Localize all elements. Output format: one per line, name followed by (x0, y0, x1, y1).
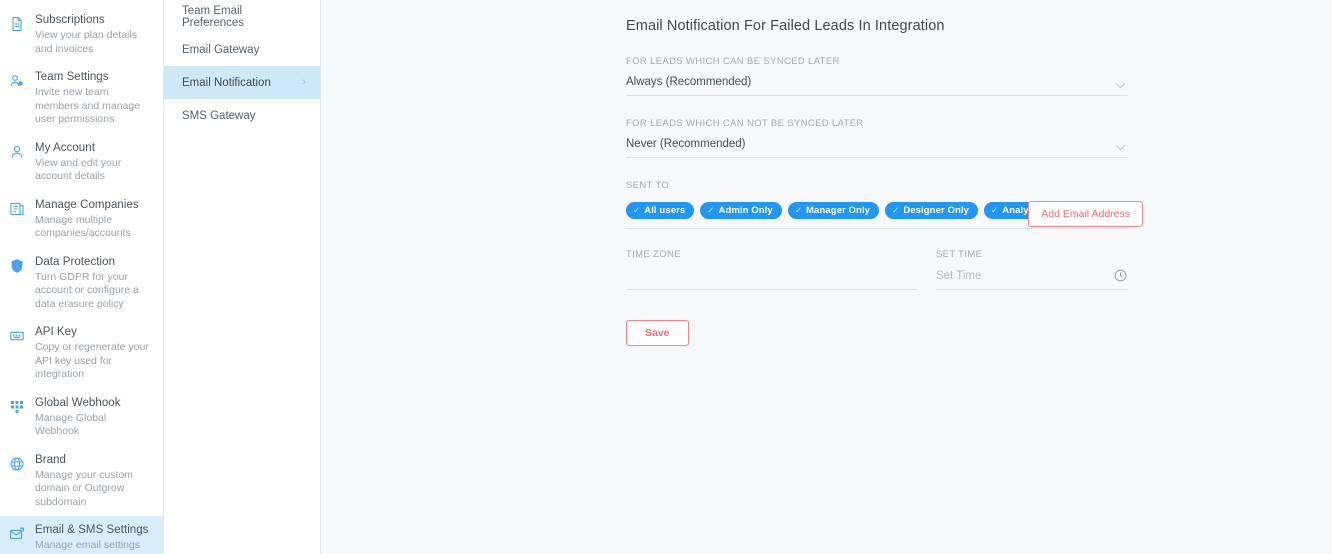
subnav-item-email-gateway[interactable]: Email Gateway (164, 33, 320, 66)
set-time-label: SET TIME (936, 249, 983, 260)
time-zone-field[interactable]: TIME ZONE (626, 249, 918, 290)
sent-to-chips-row: ✓ All users ✓ Admin Only ✓ Manager Only (626, 199, 1143, 229)
add-email-address-button[interactable]: Add Email Address (1028, 201, 1143, 227)
api-key-icon (8, 327, 26, 345)
shield-icon (8, 257, 26, 275)
sidebar-item-desc: Turn GDPR for your account or configure … (35, 270, 139, 310)
sidebar-item-title: Team Settings (35, 71, 109, 83)
time-zone-input[interactable] (626, 268, 918, 290)
set-time-placeholder: Set Time (936, 270, 982, 282)
not-synced-later-value: Never (Recommended) (626, 138, 746, 150)
email-settings-icon (8, 525, 26, 543)
sidebar-item-desc: Manage Global Webhook (35, 411, 107, 438)
synced-later-label: FOR LEADS WHICH CAN BE SYNCED LATER (626, 56, 840, 67)
set-time-input[interactable]: Set Time (936, 268, 1128, 290)
chip-label: Designer Only (903, 205, 970, 216)
sidebar-item-desc: Invite new team members and manage user … (35, 86, 141, 125)
check-icon: ✓ (794, 205, 803, 215)
sidebar-item-desc: Manage email settings and notifications … (35, 539, 150, 554)
check-icon: ✓ (991, 205, 999, 215)
clock-icon[interactable] (1114, 269, 1127, 282)
subnav-item-team-email-preferences[interactable]: Team Email Preferences (164, 0, 320, 33)
check-icon: ✓ (633, 205, 641, 215)
sidebar-item-desc: View and edit your account details (35, 156, 122, 183)
sidebar-item-title: API Key (35, 326, 77, 338)
sidebar-item-title: Data Protection (35, 255, 116, 268)
subnav-item-sms-gateway[interactable]: SMS Gateway (164, 99, 320, 132)
synced-later-value: Always (Recommended) (626, 76, 752, 88)
sidebar-item-email-sms-settings[interactable]: Email & SMS Settings Manage email settin… (0, 516, 163, 554)
subnav-item-label: Team Email Preferences (182, 4, 245, 29)
chip-manager-only[interactable]: ✓ Manager Only (787, 202, 880, 219)
sidebar-item-title: Email & SMS Settings (35, 524, 149, 536)
check-icon: ✓ (892, 205, 900, 215)
chip-label: Admin Only (718, 205, 773, 216)
sidebar-item-api-key[interactable]: API Key Copy or regenerate your API key … (0, 318, 163, 389)
chip-designer-only[interactable]: ✓ Designer Only (885, 202, 979, 219)
set-time-field[interactable]: SET TIME Set Time (936, 249, 1128, 290)
sidebar-item-desc: View your plan details and invoices (35, 29, 137, 55)
main-panel: Email Notification For Failed Leads In I… (321, 0, 1332, 554)
sent-to-label: SENT TO (626, 180, 670, 191)
sidebar-item-global-webhook[interactable]: Global Webhook Manage Global Webhook (0, 389, 163, 446)
time-zone-label: TIME ZONE (626, 249, 681, 260)
chip-admin-only[interactable]: ✓ Admin Only (700, 202, 782, 219)
subnav-item-label: SMS Gateway (182, 109, 256, 122)
webhook-grid-icon (8, 398, 26, 416)
sidebar-item-brand[interactable]: Brand Manage your custom domain or Outgr… (0, 446, 163, 517)
companies-icon (8, 200, 26, 218)
time-row: TIME ZONE SET TIME Set Time (626, 249, 1128, 290)
chevron-right-icon: › (302, 76, 306, 88)
sidebar-item-title: Manage Companies (35, 198, 139, 211)
sent-to-block: SENT TO ✓ All users ✓ Admin Only ✓ Manag… (626, 180, 1143, 229)
chip-label: All users (644, 205, 686, 216)
chevron-down-icon (1115, 144, 1126, 151)
sidebar-item-title: Brand (35, 453, 66, 466)
user-icon (8, 143, 26, 161)
email-notification-form: Email Notification For Failed Leads In I… (626, 18, 1143, 346)
save-button[interactable]: Save (626, 320, 689, 346)
document-icon (8, 15, 26, 33)
sidebar-item-data-protection[interactable]: Data Protection Turn GDPR for your accou… (0, 248, 163, 319)
not-synced-later-select[interactable]: Never (Recommended) (626, 137, 1128, 158)
page-title: Email Notification For Failed Leads In I… (626, 18, 945, 34)
subnav-item-label: Email Gateway (182, 43, 260, 56)
chip-all-users[interactable]: ✓ All users (626, 202, 695, 219)
settings-page: Subscriptions View your plan details and… (0, 0, 1332, 554)
team-users-icon (8, 72, 26, 90)
chevron-down-icon (1115, 82, 1126, 89)
check-icon: ✓ (707, 205, 715, 215)
synced-later-select[interactable]: Always (Recommended) (626, 75, 1128, 96)
chip-label: Manager Only (806, 205, 871, 216)
sidebar-item-title: Subscriptions (35, 14, 105, 26)
sidebar-item-team-settings[interactable]: Team Settings Invite new team members an… (0, 63, 163, 134)
email-settings-subnav: Team Email Preferences Email Gateway Ema… (164, 0, 321, 554)
sidebar-item-desc: Manage multiple companies/accounts (35, 213, 131, 240)
primary-sidebar: Subscriptions View your plan details and… (0, 0, 164, 554)
not-synced-later-label: FOR LEADS WHICH CAN NOT BE SYNCED LATER (626, 118, 864, 129)
sidebar-item-title: My Account (35, 141, 95, 154)
globe-icon (8, 455, 26, 473)
sidebar-item-manage-companies[interactable]: Manage Companies Manage multiple compani… (0, 191, 163, 248)
sidebar-item-desc: Copy or regenerate your API key used for… (35, 341, 149, 380)
subnav-item-label: Email Notification (182, 76, 271, 89)
sidebar-item-my-account[interactable]: My Account View and edit your account de… (0, 134, 163, 191)
sidebar-item-desc: Manage your custom domain or Outgrow sub… (35, 468, 134, 508)
subnav-item-email-notification[interactable]: Email Notification › (164, 66, 320, 99)
sidebar-item-subscriptions[interactable]: Subscriptions View your plan details and… (0, 6, 163, 63)
sidebar-item-title: Global Webhook (35, 396, 121, 409)
